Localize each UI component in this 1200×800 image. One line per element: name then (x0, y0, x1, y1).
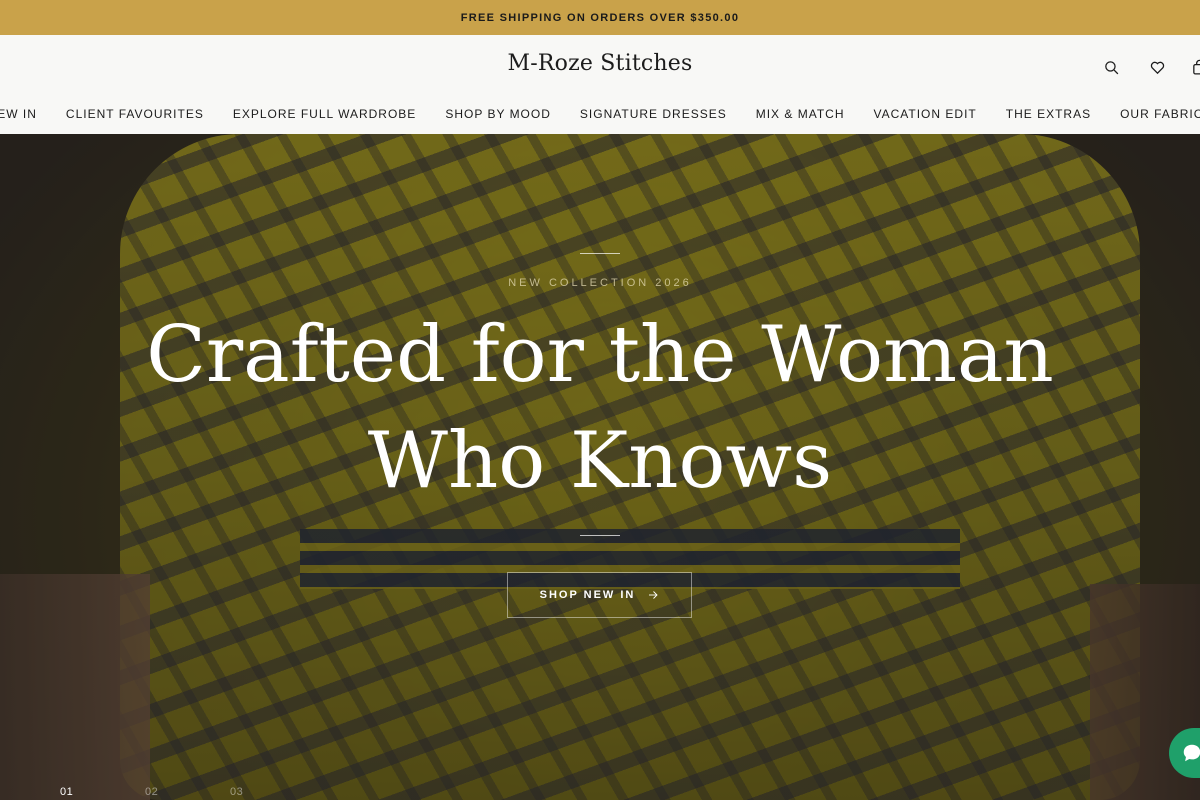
hero-banner: NEW COLLECTION 2026 Crafted for the Woma… (0, 134, 1200, 800)
nav-item-explore-full-wardrobe[interactable]: EXPLORE FULL WARDROBE (233, 107, 416, 125)
brand-logo[interactable]: M-Roze Stitches (0, 51, 1200, 76)
nav-item-mix-and-match[interactable]: MIX & MATCH (756, 107, 845, 125)
slide-indicator-1[interactable]: 01 (60, 786, 145, 798)
hero-kicker: NEW COLLECTION 2026 (508, 277, 692, 289)
slide-indicator-3[interactable]: 03 (230, 786, 315, 798)
shop-new-in-label: SHOP NEW IN (539, 589, 636, 601)
site-header: M-Roze Stitches NEW IN CLIENT FAVOURITES… (0, 35, 1200, 134)
slide-indicator-2[interactable]: 02 (145, 786, 230, 798)
arrow-right-icon (649, 591, 659, 599)
search-icon[interactable] (1088, 55, 1134, 79)
slide-pagination: 01 02 03 (60, 786, 315, 798)
cart-icon[interactable] (1180, 55, 1200, 79)
nav-item-the-extras[interactable]: THE EXTRAS (1006, 107, 1091, 125)
header-icons (1088, 55, 1200, 79)
nav-item-signature-dresses[interactable]: SIGNATURE DRESSES (580, 107, 727, 125)
divider-bottom (580, 535, 620, 536)
announcement-bar: FREE SHIPPING ON ORDERS OVER $350.00 (0, 0, 1200, 35)
chat-icon (1183, 744, 1200, 762)
heart-icon[interactable] (1134, 55, 1180, 79)
main-nav: NEW IN CLIENT FAVOURITES EXPLORE FULL WA… (0, 107, 1200, 125)
divider-top (580, 253, 620, 254)
nav-item-vacation-edit[interactable]: VACATION EDIT (874, 107, 977, 125)
nav-item-our-fabrics[interactable]: OUR FABRICS (1120, 107, 1200, 125)
hero-headline-line2: Who Knows (367, 416, 833, 506)
hero-headline-line1: Crafted for the Woman (146, 310, 1054, 400)
announcement-text: FREE SHIPPING ON ORDERS OVER $350.00 (460, 11, 740, 24)
nav-item-client-favourites[interactable]: CLIENT FAVOURITES (66, 107, 204, 125)
shop-new-in-button[interactable]: SHOP NEW IN (507, 572, 692, 618)
nav-item-shop-by-mood[interactable]: SHOP BY MOOD (445, 107, 551, 125)
hero-headline: Crafted for the Woman Who Knows (0, 302, 1200, 514)
nav-item-new-in[interactable]: NEW IN (0, 107, 37, 125)
